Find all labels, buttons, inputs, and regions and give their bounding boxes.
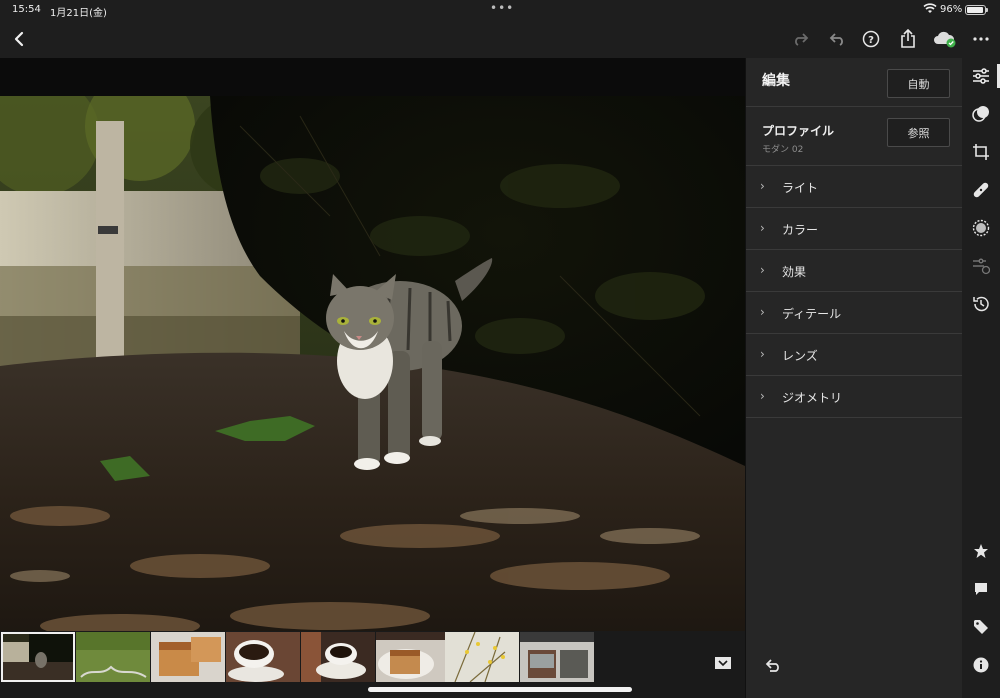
battery-icon [965,5,988,15]
browse-profile-button[interactable]: 参照 [887,118,950,147]
filmstrip-thumb[interactable] [76,632,150,682]
filmstrip-thumb[interactable] [520,632,594,682]
section-label: カラー [782,223,819,237]
panel-divider [746,106,962,107]
filmstrip-collapse-icon[interactable] [712,653,734,675]
wifi-icon [923,3,937,17]
section-light[interactable]: › ライト [746,166,962,208]
help-icon[interactable]: ? [860,28,882,50]
masking-icon[interactable] [970,217,992,239]
battery-percent: 96% [940,4,963,15]
redo-icon[interactable] [790,28,812,50]
back-icon[interactable] [8,28,30,50]
main-photo[interactable] [0,96,745,652]
home-indicator[interactable] [368,687,632,692]
reset-icon[interactable] [762,654,784,676]
info-icon[interactable] [970,654,992,676]
filmstrip-thumb[interactable] [445,632,519,682]
section-effects[interactable]: › 効果 [746,250,962,292]
presets-icon[interactable] [970,103,992,125]
profile-label[interactable]: プロファイル [762,122,834,139]
filmstrip-thumb[interactable] [151,632,225,682]
svg-text:?: ? [868,35,874,46]
auto-button[interactable]: 自動 [887,69,950,98]
status-date: 1月21日(金) [50,8,107,19]
section-label: レンズ [782,349,818,363]
filmstrip-thumb[interactable] [376,632,450,682]
chevron-right-icon: › [760,305,765,319]
section-detail[interactable]: › ディテール [746,292,962,334]
section-color[interactable]: › カラー [746,208,962,250]
top-toolbar: ? [0,20,1000,58]
healing-brush-icon[interactable] [970,179,992,201]
undo-icon[interactable] [826,28,848,50]
selective-adjust-icon[interactable] [970,255,992,277]
edit-panel-title: 編集 [762,73,790,89]
comment-icon[interactable] [970,578,992,600]
section-label: ジオメトリ [782,391,843,405]
filmstrip-thumb[interactable] [301,632,375,682]
section-geometry[interactable]: › ジオメトリ [746,376,962,418]
edit-sliders-icon[interactable] [970,65,992,87]
section-label: ディテール [782,307,842,321]
tool-rail [962,58,1000,698]
section-lens[interactable]: › レンズ [746,334,962,376]
chevron-right-icon: › [760,389,765,403]
chevron-right-icon: › [760,221,765,235]
star-rating-icon[interactable] [970,540,992,562]
profile-value: モダン 02 [762,145,804,155]
status-time: 15:54 [12,4,41,15]
cloud-sync-icon[interactable] [932,28,958,50]
share-icon[interactable] [897,28,919,50]
history-icon[interactable] [970,293,992,315]
filmstrip-thumb[interactable] [1,632,75,682]
section-label: ライト [782,181,819,195]
section-label: 効果 [782,265,807,279]
more-icon[interactable] [970,28,992,50]
filmstrip-thumb[interactable] [226,632,300,682]
status-bar: 15:54 1月21日(金) ••• 96% [0,0,1000,20]
chevron-right-icon: › [760,347,765,361]
tag-icon[interactable] [970,616,992,638]
photo-stage[interactable] [0,58,745,652]
multitasking-dots-icon[interactable]: ••• [490,1,514,15]
crop-icon[interactable] [970,141,992,163]
chevron-right-icon: › [760,179,765,193]
chevron-right-icon: › [760,263,765,277]
edit-panel: 編集 自動 プロファイル モダン 02 参照 › ライト › カラー › 効果 … [745,58,962,698]
